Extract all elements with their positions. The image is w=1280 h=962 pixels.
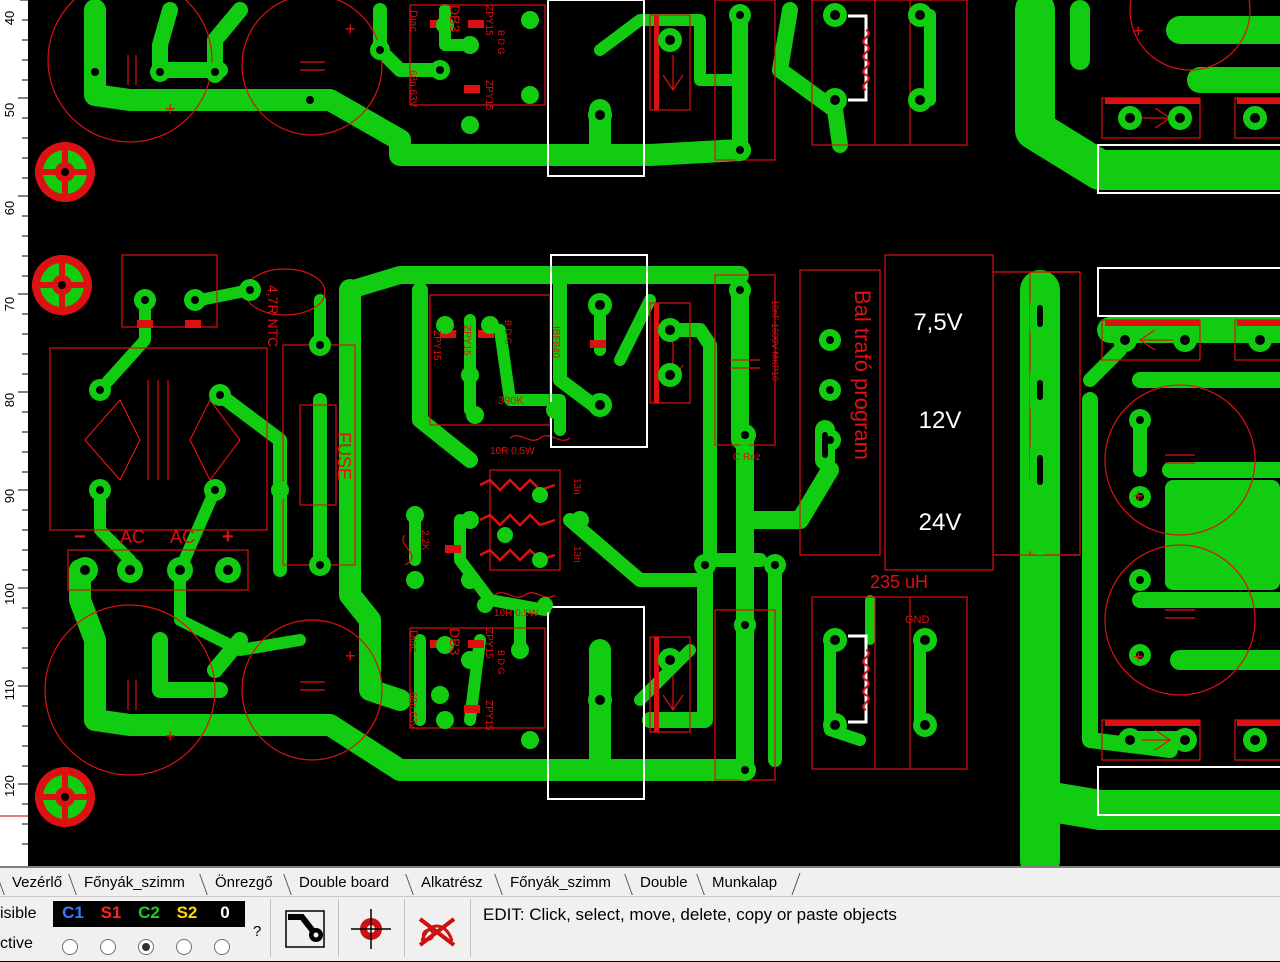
zpy15-label: ZPY15 [461,325,472,356]
voltage-label-7v5: 7,5V [913,309,962,336]
active-layer-c2-radio[interactable] [138,939,154,955]
pad-tool-button[interactable] [342,899,400,957]
plus-label: + [1133,647,1144,667]
minus-label: − [74,526,86,548]
zpy15-label: ZPY15 [431,330,442,361]
layer-0-toggle[interactable]: 0 [210,901,240,925]
tab-fonyak-szimm[interactable]: Főnyák_szimm [72,872,185,894]
trace-tool-button[interactable] [276,899,334,957]
diac-label: Diac [407,10,419,33]
plus-label: + [165,726,176,746]
pcb-drawing[interactable]: 7,5V 12V 24V 235 uH FUSE 4,7R NTC Bal tr… [28,0,1280,880]
inductor-value-label: 235 uH [870,572,928,592]
vertical-ruler: 40 50 60 70 80 90 100 110 120 [0,0,29,866]
ac-label: AC [120,527,145,547]
sheet-tab-bar: Vezérlő Főnyák_szimm Önrezgő Double boar… [0,866,1280,898]
gnd-label: GND [905,614,930,626]
ruler-mark: 70 [2,297,17,311]
transformer-label: Bal trafó program [850,290,875,460]
tab-onrezgo[interactable]: Önrezgő [203,872,273,894]
crosshair-pad-icon [351,909,391,949]
bottom-toolbar: isible ctive C1 S1 C2 S2 0 ? EDIT: Click… [0,896,1280,961]
db3-label: DB3 [447,628,463,655]
resistor-10r-label: 10R 0,5W [490,446,535,457]
layer-c2-toggle[interactable]: C2 [134,901,164,925]
plus-label: + [345,19,356,39]
cap-13n-label: 13n [571,546,582,563]
toolbar-separator [270,899,271,957]
voltage-label-24v: 24V [919,509,962,536]
tab-alkatresz[interactable]: Alkatrész [409,872,483,894]
cap-13n-label: 13n [571,478,582,495]
fuse-label: FUSE [334,432,354,480]
tab-munkalap[interactable]: Munkalap [700,872,777,894]
ruler-mark: 90 [2,489,17,503]
crez-label: C Rez [733,452,761,463]
trace-tool-icon [285,910,325,948]
ruler-mark: 40 [2,11,17,25]
toolbar-separator [404,899,405,957]
plus-label: + [1133,21,1144,41]
ruler-mark: 60 [2,201,17,215]
ruler-mark: 110 [2,680,17,701]
pcb-canvas[interactable]: 7,5V 12V 24V 235 uH FUSE 4,7R NTC Bal tr… [28,0,1280,880]
ruler-mark: 120 [2,775,17,797]
tab-vezerlo[interactable]: Vezérlő [0,872,62,894]
mosfet-label: IBF840 [550,326,561,359]
voltage-label-12v: 12V [919,407,962,434]
resistor-390k-label: 390K [498,395,524,407]
tab-end-divider [791,872,801,896]
ac-label: AC [170,527,195,547]
active-layer-s2-radio[interactable] [176,939,192,955]
layer-s2-toggle[interactable]: S2 [172,901,202,925]
active-layer-c1-radio[interactable] [62,939,78,955]
bdg-label: B D G [503,320,513,345]
no-route-icon [418,917,456,947]
plus-label: + [222,526,234,548]
ruler-mark: 80 [2,393,17,407]
bdg-label: B D G [496,30,506,55]
zpy15-label: ZPY15 [483,80,494,111]
cap-68n-label: 68n 63V [407,692,418,730]
copper-pour [1240,150,1280,190]
zpy15-label: ZPY15 [483,628,494,659]
bdg-label: B D G [496,650,506,675]
tab-double-board[interactable]: Double board [287,872,389,894]
layer-s1-toggle[interactable]: S1 [96,901,126,925]
plus-label: + [165,99,176,119]
ruler-mark: 100 [2,583,17,605]
help-button[interactable]: ? [253,923,261,940]
active-layer-s1-radio[interactable] [100,939,116,955]
resistor-22k-label: 2,2K [419,530,430,551]
toolbar-separator [470,899,471,957]
ntc-label: 4,7R NTC [265,285,281,347]
cap-68n-label: 68n 63V [407,70,418,108]
plus-label: + [1133,486,1144,506]
diac-label: Diac [407,630,419,653]
layer-c1-toggle[interactable]: C1 [58,901,88,925]
resistor-10r-label: 10R 0,5W [494,608,539,619]
active-layer-0-radio[interactable] [214,939,230,955]
mkp-cap-label: 10nF 1600V MKP10 [770,300,780,381]
active-label: ctive [0,935,33,952]
status-message: EDIT: Click, select, move, delete, copy … [483,905,897,924]
plus-label: + [345,646,356,666]
no-route-tool-button[interactable] [408,899,466,957]
zpy15-label: ZPY15 [483,5,494,36]
ruler-mark: 50 [2,103,17,117]
toolbar-separator [338,899,339,957]
ruler-ticks: 40 50 60 70 80 90 100 110 120 [0,0,28,845]
tab-fonyak-szimm-2[interactable]: Főnyák_szimm [498,872,611,894]
db3-label: DB3 [447,5,463,32]
visible-label: isible [0,905,37,922]
tab-double[interactable]: Double [628,872,688,894]
zpy15-label: ZPY15 [483,700,494,731]
